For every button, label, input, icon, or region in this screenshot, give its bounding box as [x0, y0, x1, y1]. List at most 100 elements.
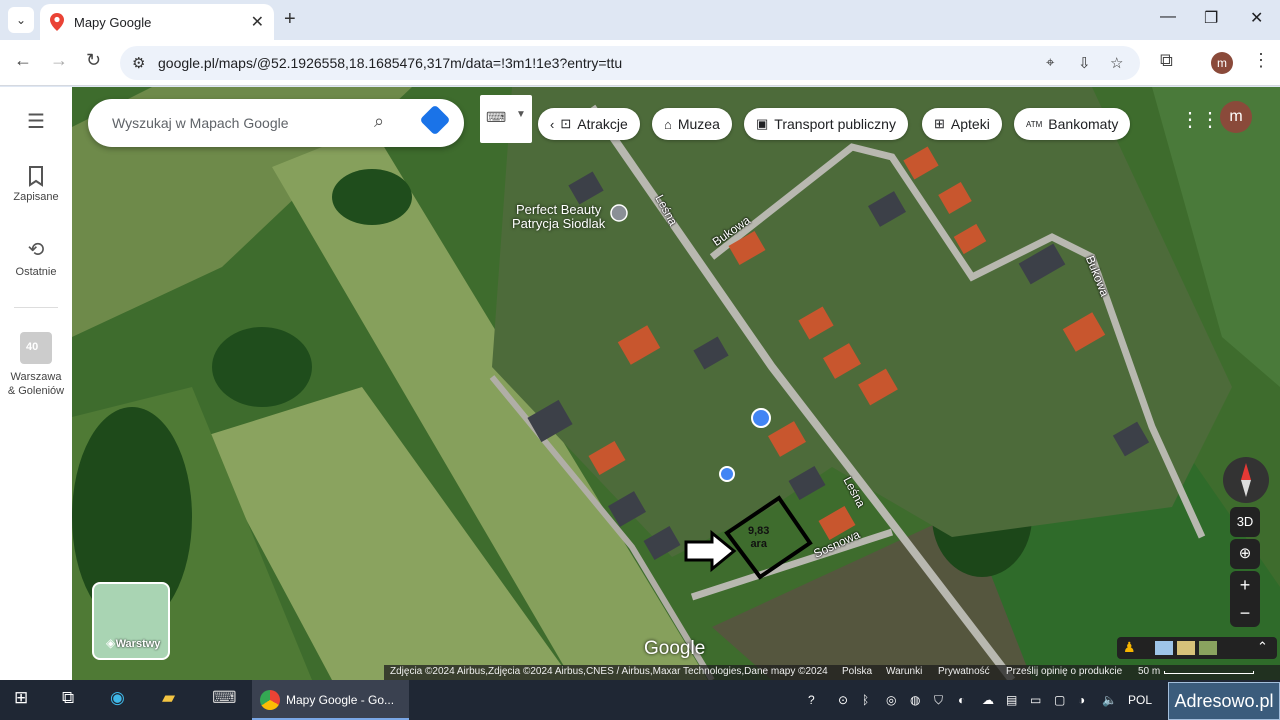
- bluetooth-icon[interactable]: ᛒ: [862, 693, 869, 707]
- file-explorer-icon[interactable]: ▰: [162, 688, 175, 708]
- reload-icon[interactable]: ↻: [86, 50, 101, 71]
- feedback-link[interactable]: Prześlij opinię o produkcie: [1006, 666, 1122, 677]
- input-tools[interactable]: ⌨ ▼: [480, 95, 532, 143]
- zoom-in-button[interactable]: +: [1230, 571, 1260, 599]
- tab-search-button[interactable]: ⌄: [8, 7, 34, 33]
- new-tab-button[interactable]: +: [284, 8, 296, 31]
- scale-label[interactable]: 50 m: [1138, 666, 1160, 677]
- street-view-control[interactable]: ♟ ⌃: [1117, 637, 1277, 659]
- search-input[interactable]: Wyszukaj w Mapach Google: [112, 115, 289, 131]
- chevron-left-icon[interactable]: ‹: [550, 117, 554, 132]
- map-attribution-bar: Zdjęcia ©2024 Airbus,Zdjęcia ©2024 Airbu…: [384, 665, 1280, 680]
- layers-label: Warstwy: [115, 638, 161, 650]
- home-pin-icon[interactable]: [751, 408, 771, 428]
- taskbar-chrome-window[interactable]: Mapy Google - Go...: [252, 680, 409, 720]
- recent-button[interactable]: ⟲ Ostatnie: [0, 237, 72, 278]
- directions-icon[interactable]: [419, 104, 451, 136]
- keyboard-icon[interactable]: ⌨: [486, 109, 506, 126]
- menu-kebab-icon[interactable]: ⋮: [1252, 50, 1270, 71]
- task-view-icon[interactable]: ⧉: [62, 688, 74, 708]
- privacy-link[interactable]: Prywatność: [938, 666, 990, 677]
- atm-icon: ATM: [1026, 119, 1043, 129]
- address-bar[interactable]: ⚙ google.pl/maps/@52.1926558,18.1685476,…: [120, 46, 1140, 80]
- saved-button[interactable]: Zapisane: [0, 165, 72, 203]
- close-window-button[interactable]: ✕: [1250, 8, 1263, 28]
- account-avatar[interactable]: m: [1220, 101, 1252, 133]
- rail-divider: [14, 307, 58, 308]
- maps-search-box[interactable]: Wyszukaj w Mapach Google ⌕: [88, 99, 464, 147]
- recent-map-thumb: 40: [20, 332, 52, 364]
- address-url[interactable]: google.pl/maps/@52.1926558,18.1685476,31…: [158, 55, 622, 71]
- chip-pharmacies[interactable]: ⊞ Apteki: [922, 108, 1002, 140]
- windows-start-icon[interactable]: ⊞: [14, 688, 28, 708]
- tray-app-icon[interactable]: ▤: [1006, 693, 1017, 707]
- layers-button[interactable]: ◈ Warstwy: [92, 582, 170, 660]
- menu-button[interactable]: ☰: [0, 109, 72, 138]
- network-icon[interactable]: ▢: [1054, 693, 1065, 707]
- tree-cluster: [212, 327, 312, 407]
- history-icon: ⟲: [27, 239, 45, 261]
- search-icon[interactable]: ⌕: [374, 111, 384, 132]
- tray-app-icon[interactable]: ◐: [958, 693, 965, 707]
- chrome-icon: [260, 690, 280, 710]
- forward-icon[interactable]: →: [50, 50, 68, 71]
- chip-label: Bankomaty: [1048, 116, 1119, 132]
- profile-avatar[interactable]: m: [1211, 52, 1233, 74]
- satellite-map[interactable]: Leśna Bukowa Bukowa Leśna Sosnowa Perfec…: [72, 87, 1280, 680]
- thumb-badge: 40: [26, 341, 39, 353]
- terms-link[interactable]: Warunki: [886, 666, 922, 677]
- chevron-up-icon[interactable]: ⌃: [1257, 639, 1268, 655]
- chip-public-transport[interactable]: ▣ Transport publiczny: [744, 108, 908, 140]
- watermark-logo: Adresowo.pl: [1168, 682, 1280, 720]
- maximize-button[interactable]: ❐: [1204, 8, 1218, 28]
- chip-attractions[interactable]: ‹ ⊡ Atrakcje: [538, 108, 640, 140]
- language-indicator[interactable]: POL: [1128, 693, 1152, 707]
- windows-taskbar: ⊞ ⧉ ◉ ▰ ⌨ Mapy Google - Go... ? ⊙ ᛒ ◎ ◍ …: [0, 680, 1280, 720]
- edge-icon[interactable]: ◉: [110, 688, 125, 708]
- attraction-icon: ⊡: [560, 116, 572, 131]
- tray-app-icon[interactable]: ◑: [1078, 693, 1085, 707]
- volume-icon[interactable]: 🔈: [1102, 693, 1117, 707]
- pegman-icon[interactable]: ♟: [1123, 639, 1136, 656]
- saved-label: Zapisane: [13, 191, 59, 203]
- chevron-down-icon[interactable]: ▼: [516, 109, 526, 120]
- tab-close-icon[interactable]: ✕: [251, 12, 264, 32]
- tray-help-icon[interactable]: ?: [808, 693, 815, 707]
- zoom-out-button[interactable]: −: [1230, 599, 1260, 627]
- 3d-button[interactable]: 3D: [1230, 507, 1260, 537]
- site-settings-icon[interactable]: ⚙: [132, 54, 145, 72]
- browser-tab[interactable]: Mapy Google ✕: [40, 4, 274, 40]
- imagery-thumb[interactable]: [1177, 641, 1195, 655]
- battery-icon[interactable]: ▭: [1030, 693, 1041, 707]
- tray-app-icon[interactable]: ⊙: [838, 693, 848, 707]
- chip-label: Transport publiczny: [774, 116, 896, 132]
- tray-app-icon[interactable]: ☁: [982, 693, 994, 707]
- parcel-area-label: 9,83 ara: [748, 525, 770, 550]
- poi-pin-icon[interactable]: [610, 204, 628, 222]
- recent-map-item[interactable]: 40 Warszawa & Goleniów: [0, 332, 72, 398]
- chip-label: Atrakcje: [577, 116, 628, 132]
- imagery-thumb[interactable]: [1199, 641, 1217, 655]
- bookmark-icon: [29, 166, 43, 187]
- app-icon[interactable]: ⌨: [212, 688, 237, 708]
- recent-label: Ostatnie: [15, 266, 57, 278]
- tray-app-icon[interactable]: ◍: [910, 693, 920, 707]
- chevron-down-icon: ⌄: [15, 13, 27, 27]
- minimize-button[interactable]: —: [1160, 8, 1176, 26]
- chip-atms[interactable]: ATM Bankomaty: [1014, 108, 1131, 140]
- back-icon[interactable]: ←: [14, 50, 32, 71]
- my-location-icon[interactable]: ⊕: [1230, 539, 1260, 569]
- extensions-icon[interactable]: ⧉: [1160, 50, 1173, 71]
- tree-cluster: [332, 169, 412, 225]
- compass-icon: [1241, 463, 1251, 497]
- location-icon[interactable]: ⌖: [1046, 54, 1054, 71]
- chip-museums[interactable]: ⌂ Muzea: [652, 108, 732, 140]
- poi-label[interactable]: Perfect Beauty Patrycja Siodlak: [512, 203, 605, 231]
- tray-sync-icon[interactable]: ◎: [886, 693, 896, 707]
- compass-control[interactable]: [1223, 457, 1269, 503]
- country-link[interactable]: Polska: [842, 666, 872, 677]
- bookmark-star-icon[interactable]: ☆: [1110, 54, 1123, 72]
- shield-icon[interactable]: ⛉: [934, 693, 943, 708]
- install-app-icon[interactable]: ⇩: [1078, 54, 1091, 72]
- imagery-thumb[interactable]: [1155, 641, 1173, 655]
